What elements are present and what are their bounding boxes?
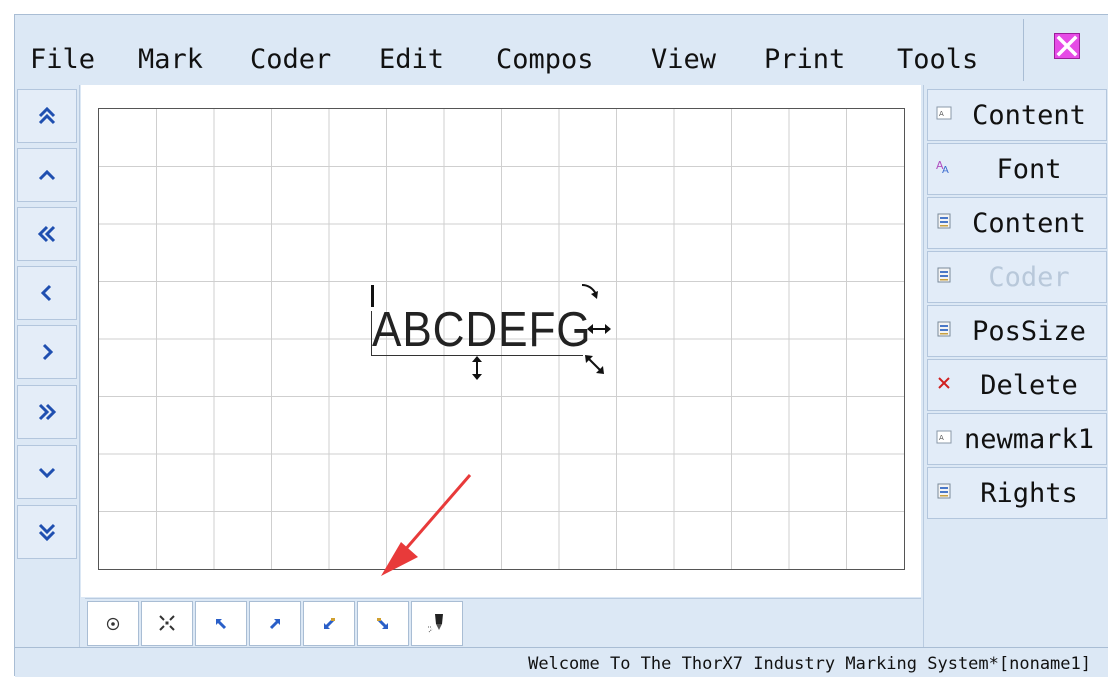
nudge-toolbar (15, 85, 80, 655)
document-icon (937, 321, 951, 337)
spread-button[interactable] (141, 601, 193, 646)
move-bottom-button[interactable] (17, 505, 77, 559)
double-chevron-up-icon (38, 106, 56, 125)
menu-tools[interactable]: Tools (897, 44, 978, 75)
annotation-arrow (381, 474, 472, 576)
align-bottom-left-button[interactable] (303, 601, 355, 646)
properties-panel: A Content AA Font Content Coder PosSize … (923, 85, 1108, 655)
menu-file[interactable]: File (30, 44, 95, 75)
status-message: Welcome To The ThorX7 Industry Marking S… (528, 654, 1091, 674)
content-button[interactable]: A Content (927, 89, 1107, 141)
design-canvas[interactable]: ABCDEFG (98, 108, 905, 576)
font-icon: AA (936, 159, 949, 176)
move-right-button[interactable] (17, 325, 77, 379)
menu-edit[interactable]: Edit (379, 44, 444, 75)
rights-button[interactable]: Rights (927, 467, 1107, 519)
marker-pen-icon (428, 614, 443, 633)
resize-height-handle[interactable] (469, 355, 485, 381)
align-bottom-left-icon (323, 618, 335, 630)
menu-print[interactable]: Print (764, 44, 845, 75)
cursor-handle[interactable] (371, 285, 374, 307)
document-icon (937, 267, 951, 283)
content-settings-button[interactable]: Content (927, 197, 1107, 249)
spread-arrows-icon (159, 615, 175, 631)
svg-text:A: A (942, 165, 949, 176)
double-chevron-left-icon (37, 225, 56, 243)
move-down-button[interactable] (17, 445, 77, 499)
menu-mark[interactable]: Mark (138, 44, 203, 75)
delete-button[interactable]: Delete (927, 359, 1107, 411)
coder-button[interactable]: Coder (927, 251, 1107, 303)
mark-pen-button[interactable] (411, 601, 463, 646)
menu-view[interactable]: View (651, 44, 716, 75)
svg-text:A: A (939, 110, 944, 118)
align-top-left-icon (215, 618, 227, 630)
svg-text:A: A (939, 434, 944, 442)
align-top-right-icon (269, 618, 281, 630)
app-window: File Mark Coder Edit Compos View Print T… (14, 14, 1108, 677)
chevron-left-icon (40, 284, 52, 302)
center-dot-icon (106, 617, 120, 631)
move-left-button[interactable] (17, 266, 77, 320)
center-button[interactable] (87, 601, 139, 646)
text-field-icon: A (936, 430, 952, 444)
chevron-down-icon (38, 467, 56, 479)
mark-text-object[interactable]: ABCDEFG (371, 304, 591, 356)
chevron-up-icon (38, 169, 56, 181)
font-button[interactable]: AA Font (927, 143, 1107, 195)
design-canvas-panel: ABCDEFG (81, 85, 921, 597)
document-icon (937, 213, 951, 229)
align-bottom-right-button[interactable] (357, 601, 409, 646)
status-bar: Welcome To The ThorX7 Industry Marking S… (15, 647, 1108, 677)
document-icon (937, 483, 951, 499)
align-bottom-right-icon (377, 618, 389, 630)
menu-coder[interactable]: Coder (250, 44, 331, 75)
close-button[interactable] (1023, 19, 1106, 81)
move-top-button[interactable] (17, 89, 77, 143)
align-top-left-button[interactable] (195, 601, 247, 646)
double-chevron-right-icon (38, 403, 57, 421)
chevron-right-icon (42, 343, 54, 361)
possize-button[interactable]: PosSize (927, 305, 1107, 357)
newmark-button[interactable]: A newmark1 (927, 413, 1107, 465)
close-icon (1054, 33, 1080, 59)
double-chevron-down-icon (38, 523, 56, 542)
resize-corner-handle[interactable] (583, 353, 607, 377)
align-top-right-button[interactable] (249, 601, 301, 646)
move-up-button[interactable] (17, 148, 77, 202)
delete-x-icon (938, 377, 950, 389)
alignment-toolbar (85, 598, 921, 646)
resize-width-handle[interactable] (586, 321, 612, 337)
move-far-right-button[interactable] (17, 385, 77, 439)
mark-text: ABCDEFG (372, 303, 592, 357)
rotate-handle[interactable] (579, 281, 601, 305)
menu-compos[interactable]: Compos (496, 44, 594, 75)
menu-bar: File Mark Coder Edit Compos View Print T… (15, 15, 1108, 85)
move-far-left-button[interactable] (17, 207, 77, 261)
text-field-icon: A (936, 106, 952, 120)
